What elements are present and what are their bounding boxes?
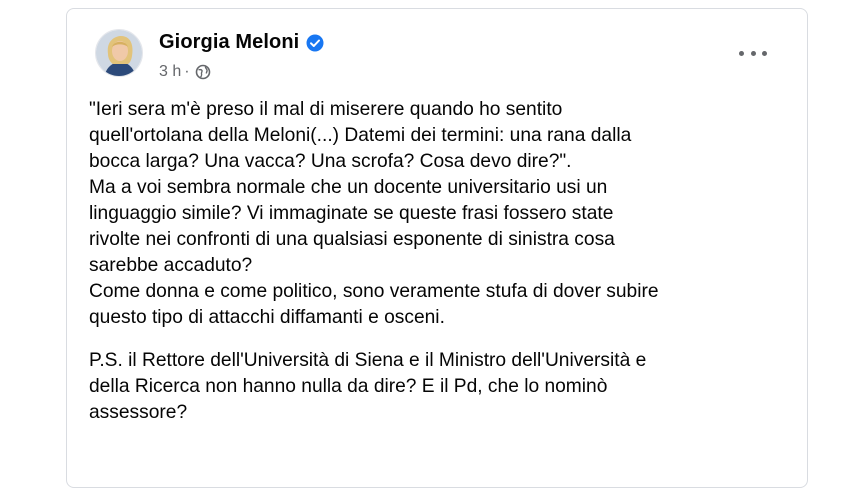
author-avatar[interactable]: [95, 29, 143, 77]
post-header: Giorgia Meloni: [159, 31, 324, 54]
post-meta: 3 h ·: [159, 63, 211, 81]
post-card: Giorgia Meloni 3 h · "Ieri sera m'è pres…: [66, 8, 808, 488]
post-paragraph-1: "Ieri sera m'è preso il mal di miserere …: [89, 97, 799, 331]
post-text-line: della Ricerca non hanno nulla da dire? E…: [89, 376, 608, 397]
post-text-line: Ma a voi sembra normale che un docente u…: [89, 177, 608, 198]
post-text-line: sarebbe accaduto?: [89, 255, 253, 276]
post-timestamp[interactable]: 3 h: [159, 63, 181, 81]
author-name[interactable]: Giorgia Meloni: [159, 31, 299, 54]
post-text-line: questo tipo di attacchi diffamanti e osc…: [89, 307, 445, 328]
post-text: "Ieri sera m'è preso il mal di miserere …: [89, 97, 799, 426]
globe-icon[interactable]: [195, 64, 211, 80]
verified-badge-icon: [306, 34, 324, 52]
post-text-line: assessore?: [89, 402, 188, 423]
post-text-line: rivolte nei confronti di una qualsiasi e…: [89, 229, 615, 250]
meta-separator: ·: [184, 63, 190, 80]
post-text-line: bocca larga? Una vacca? Una scrofa? Cosa…: [89, 151, 572, 172]
post-text-line: linguaggio simile? Vi immaginate se ques…: [89, 203, 614, 224]
post-text-line: quell'ortolana della Meloni(...) Datemi …: [89, 125, 632, 146]
more-options-icon[interactable]: [739, 45, 767, 61]
post-text-line: Come donna e come politico, sono veramen…: [89, 281, 659, 302]
post-text-line: "Ieri sera m'è preso il mal di miserere …: [89, 99, 563, 120]
post-text-line: P.S. il Rettore dell'Università di Siena…: [89, 350, 647, 371]
post-paragraph-2: P.S. il Rettore dell'Università di Siena…: [89, 348, 799, 426]
